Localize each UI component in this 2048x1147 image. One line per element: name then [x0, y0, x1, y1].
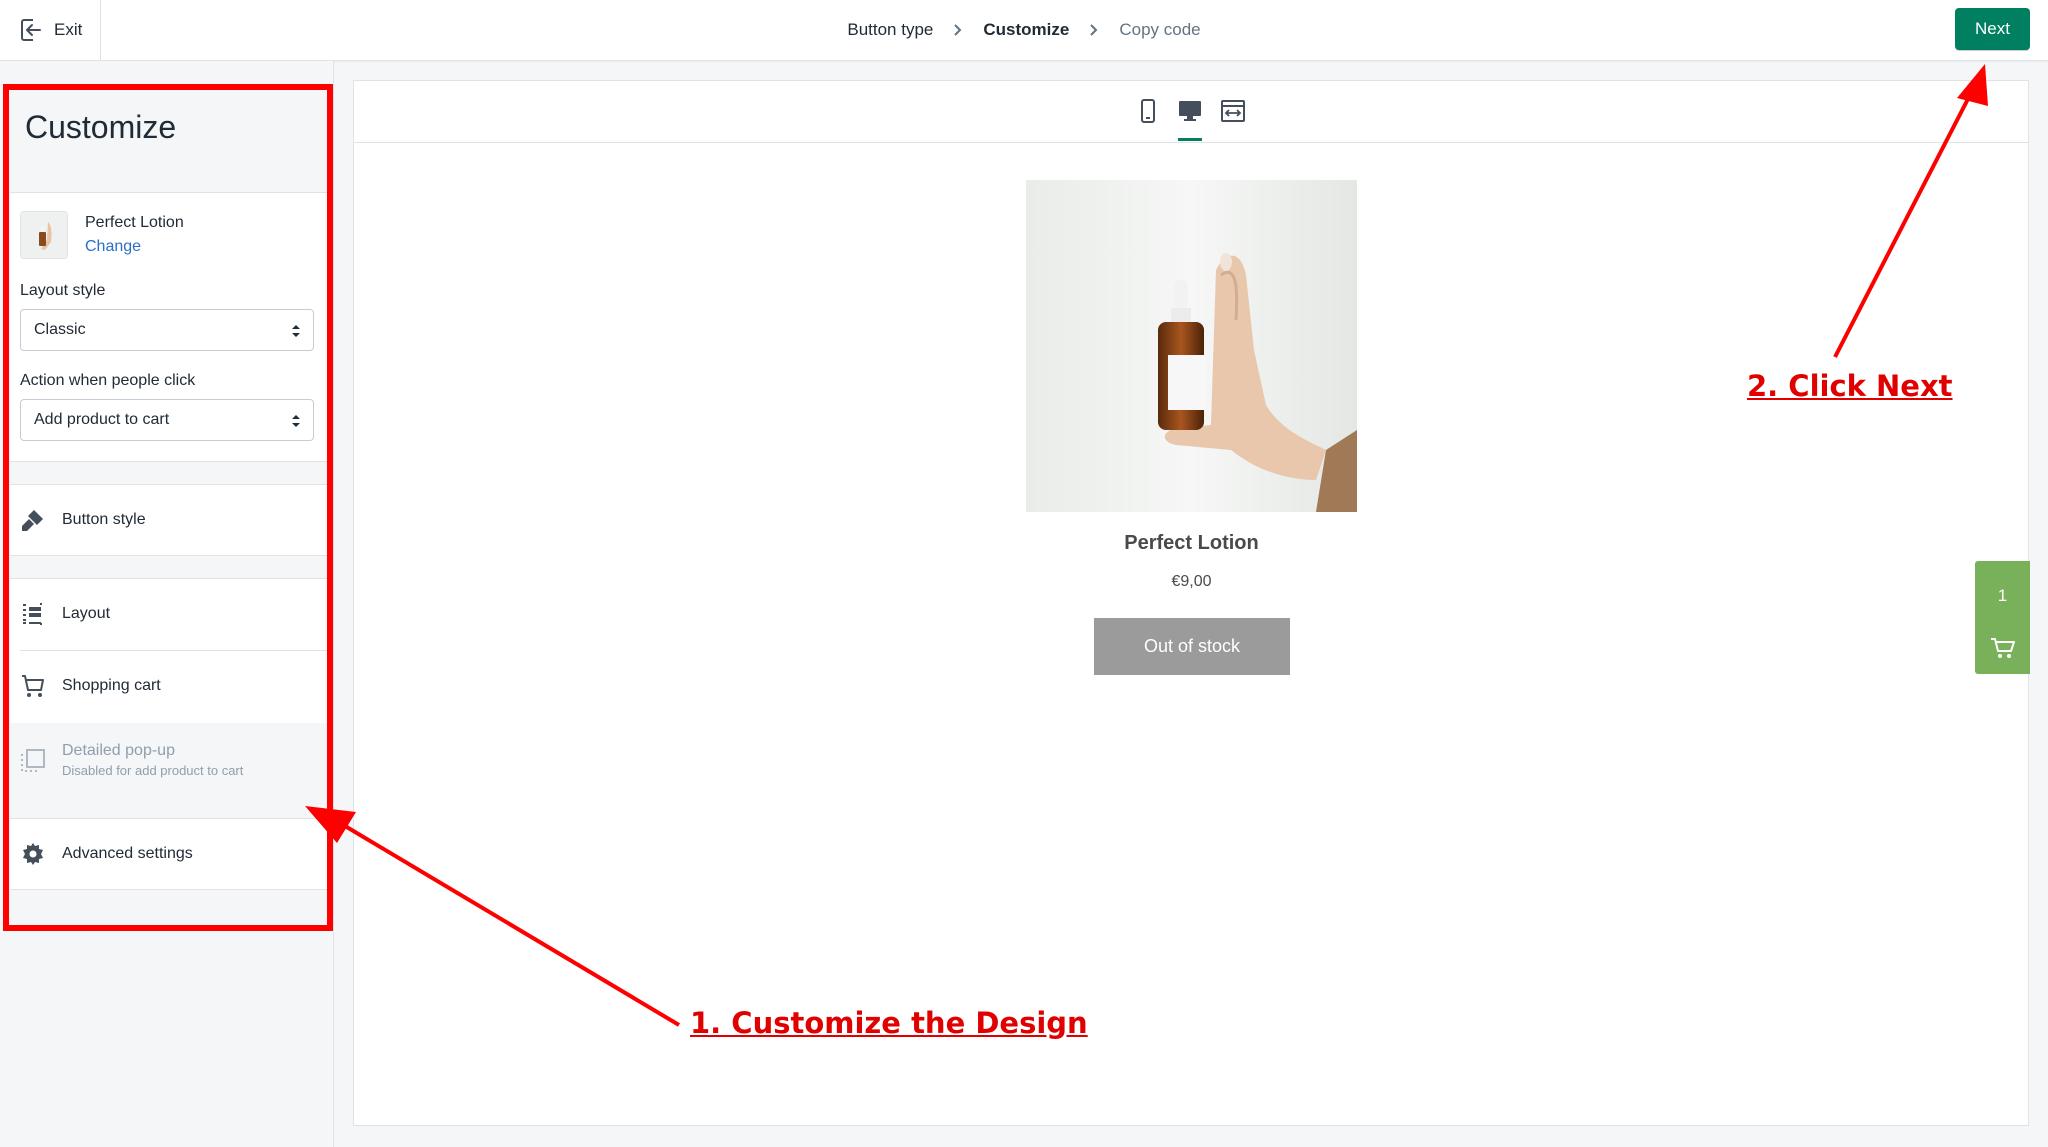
action-value: Add product to cart	[34, 411, 170, 428]
exit-label: Exit	[54, 20, 83, 39]
mobile-icon	[1141, 99, 1155, 123]
layout-label: Layout	[62, 605, 111, 622]
desktop-icon	[1179, 101, 1201, 121]
exit-icon	[21, 19, 43, 41]
cart-icon	[1991, 638, 2015, 658]
customize-sidebar: Customize Perfect Lotion Change Layout s…	[0, 61, 334, 1147]
layout-style-value: Classic	[34, 321, 86, 338]
chevron-right-icon	[1090, 24, 1098, 36]
preview-panel: Perfect Lotion €9,00 Out of stock 1	[353, 80, 2030, 1126]
annotation-step-2: 2. Click Next	[1747, 369, 1953, 403]
advanced-settings-label: Advanced settings	[62, 845, 193, 862]
active-device-indicator	[1178, 138, 1202, 141]
layout-style-select[interactable]: Classic	[20, 309, 314, 351]
out-of-stock-button[interactable]: Out of stock	[1094, 618, 1290, 675]
product-title: Perfect Lotion	[1124, 532, 1259, 554]
chevron-right-icon	[954, 24, 962, 36]
desktop-view-button[interactable]	[1175, 96, 1205, 126]
step-customize[interactable]: Customize	[983, 20, 1069, 40]
detailed-popup-label: Detailed pop-up	[62, 741, 175, 759]
paint-brush-icon	[22, 510, 43, 531]
floating-cart-tab[interactable]: 1	[1975, 561, 2030, 674]
cart-icon	[22, 675, 44, 697]
change-product-link[interactable]: Change	[85, 238, 184, 256]
top-bar: Exit Button type Customize Copy code Nex…	[0, 0, 2048, 61]
step-copy-code[interactable]: Copy code	[1119, 20, 1200, 40]
action-select[interactable]: Add product to cart	[20, 399, 314, 441]
product-name: Perfect Lotion	[85, 214, 184, 231]
button-style-item[interactable]: Button style	[10, 485, 330, 555]
action-label: Action when people click	[20, 372, 196, 389]
advanced-settings-item[interactable]: Advanced settings	[10, 819, 330, 889]
product-settings-card: Perfect Lotion Change Layout style Class…	[10, 192, 330, 462]
select-arrows-icon	[292, 415, 300, 427]
product-image	[1026, 180, 1357, 512]
detailed-popup-note: Disabled for add product to cart	[62, 762, 244, 778]
exit-button[interactable]: Exit	[0, 0, 101, 60]
lotion-photo	[1026, 180, 1357, 512]
cart-count: 1	[1997, 586, 2008, 605]
shopping-cart-label: Shopping cart	[62, 677, 161, 694]
advanced-settings-card: Advanced settings	[10, 818, 330, 890]
detailed-popup-item: Detailed pop-up Disabled for add product…	[10, 723, 330, 796]
fullwidth-view-button[interactable]	[1218, 96, 1248, 126]
expand-width-icon	[1221, 100, 1245, 122]
selected-product: Perfect Lotion Change	[20, 211, 184, 259]
button-style-label: Button style	[62, 511, 146, 528]
annotation-step-1: 1. Customize the Design	[690, 1006, 1088, 1040]
step-button-type[interactable]: Button type	[847, 20, 933, 40]
select-arrows-icon	[292, 325, 300, 337]
next-button[interactable]: Next	[1955, 8, 2030, 50]
layout-style-label: Layout style	[20, 282, 106, 299]
layout-list-icon	[23, 603, 42, 625]
button-style-card: Button style	[10, 484, 330, 556]
layout-item[interactable]: Layout	[10, 579, 330, 649]
device-toggle-bar	[354, 81, 2028, 143]
lotion-thumbnail-image	[21, 212, 67, 258]
step-breadcrumb: Button type Customize Copy code	[0, 0, 2048, 60]
shopping-cart-item[interactable]: Shopping cart	[10, 651, 330, 721]
product-price: €9,00	[1171, 573, 1212, 590]
product-thumbnail	[20, 211, 68, 259]
sidebar-title: Customize	[25, 109, 177, 145]
layout-options-card: Layout Shopping cart Detailed pop-up Dis…	[10, 578, 330, 796]
popup-window-icon	[21, 748, 45, 772]
gear-icon	[23, 843, 43, 865]
mobile-view-button[interactable]	[1133, 96, 1163, 126]
